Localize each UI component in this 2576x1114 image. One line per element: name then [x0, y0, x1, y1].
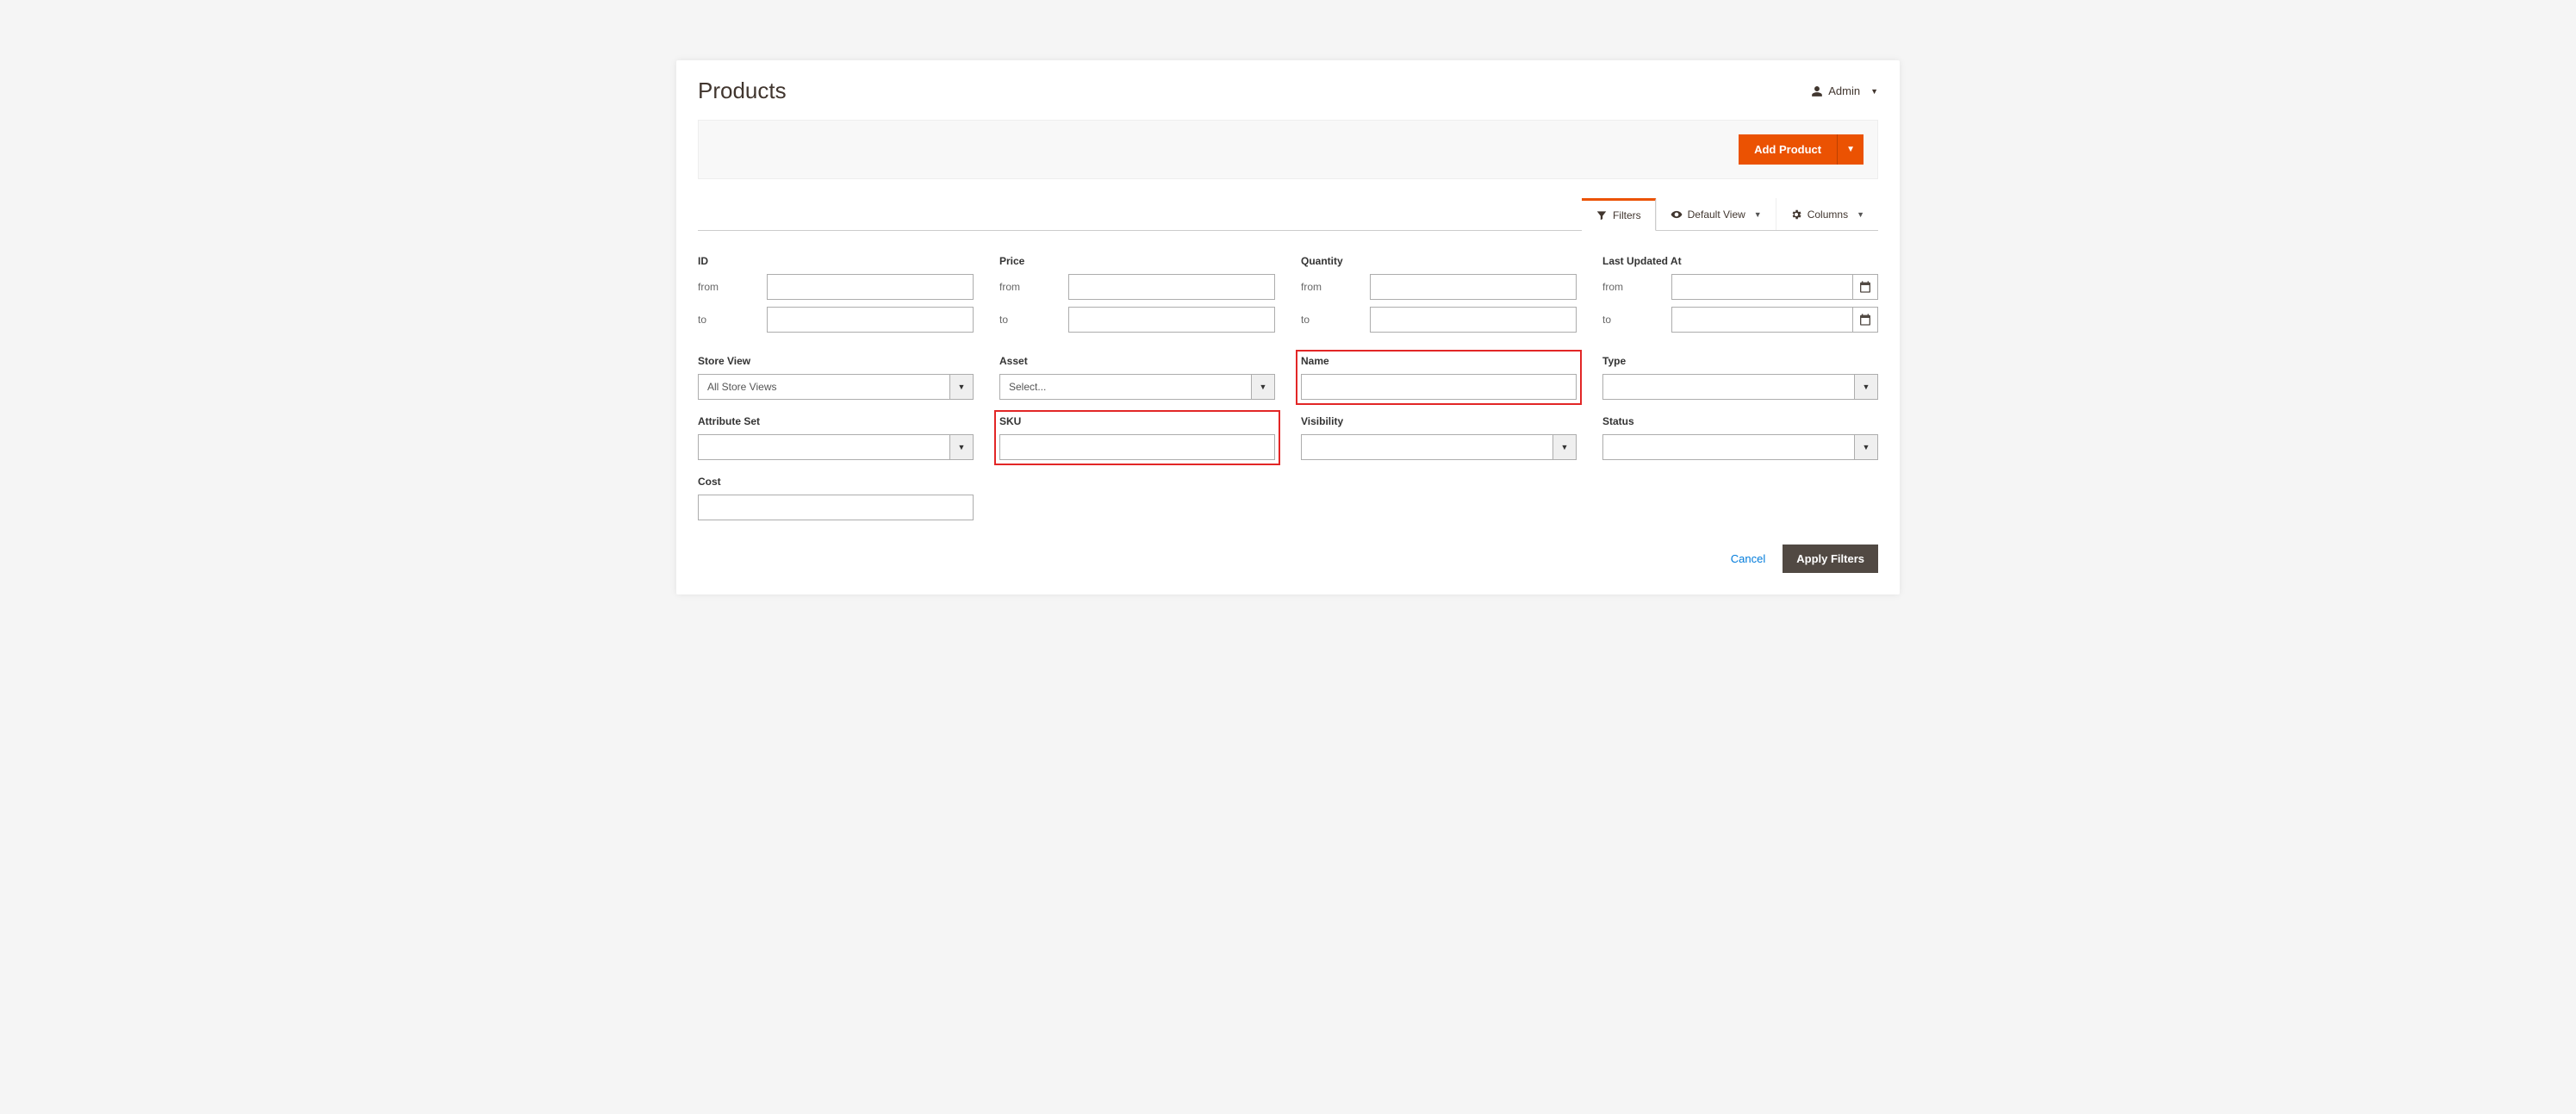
- calendar-icon: [1858, 313, 1872, 327]
- admin-user-label: Admin: [1828, 84, 1860, 97]
- chevron-down-icon: ▼: [1854, 374, 1878, 400]
- filter-store-view: Store View All Store Views ▼: [698, 355, 974, 400]
- attribute-set-selected: [698, 434, 949, 460]
- datepicker-from-button[interactable]: [1852, 274, 1878, 300]
- datepicker-to-button[interactable]: [1852, 307, 1878, 333]
- user-icon: [1811, 85, 1823, 97]
- filter-sku-title: SKU: [999, 415, 1275, 427]
- filter-quantity-from-label: from: [1301, 281, 1370, 293]
- filter-quantity-from-input[interactable]: [1370, 274, 1577, 300]
- asset-select[interactable]: Select... ▼: [999, 374, 1275, 400]
- type-select[interactable]: ▼: [1602, 374, 1878, 400]
- filter-name-title: Name: [1301, 355, 1577, 367]
- filter-attribute-set: Attribute Set ▼: [698, 415, 974, 460]
- filter-cost-input[interactable]: [698, 495, 974, 520]
- filter-name: Name: [1301, 355, 1577, 400]
- filter-status-title: Status: [1602, 415, 1878, 427]
- chevron-down-icon: ▼: [1251, 374, 1275, 400]
- add-product-split-button: Add Product ▼: [1739, 134, 1864, 165]
- caret-down-icon: ▼: [1754, 210, 1762, 219]
- calendar-icon: [1858, 280, 1872, 294]
- asset-selected: Select...: [999, 374, 1251, 400]
- store-view-selected: All Store Views: [698, 374, 949, 400]
- chevron-down-icon: ▼: [1552, 434, 1577, 460]
- filters-panel: ID from to Price from to Quantity: [698, 231, 1878, 529]
- admin-user-menu[interactable]: Admin ▼: [1811, 84, 1878, 97]
- chevron-down-icon: ▼: [1854, 434, 1878, 460]
- filter-id-from-label: from: [698, 281, 767, 293]
- filter-id-from-input[interactable]: [767, 274, 974, 300]
- filter-asset: Asset Select... ▼: [999, 355, 1275, 400]
- page-title: Products: [698, 78, 787, 104]
- page-card: Products Admin ▼ Add Product ▼ Filters D…: [676, 60, 1900, 594]
- filter-attribute-set-title: Attribute Set: [698, 415, 974, 427]
- filter-sku-input[interactable]: [999, 434, 1275, 460]
- default-view-tab[interactable]: Default View ▼: [1656, 198, 1776, 230]
- filter-cost-title: Cost: [698, 476, 974, 488]
- filters-tab[interactable]: Filters: [1582, 198, 1656, 231]
- filter-id-to-label: to: [698, 314, 767, 326]
- filter-last-updated: Last Updated At from to: [1602, 255, 1878, 339]
- filter-id-to-input[interactable]: [767, 307, 974, 333]
- filter-sku: SKU: [999, 415, 1275, 460]
- filter-cost: Cost: [698, 476, 974, 520]
- filter-price-from-input[interactable]: [1068, 274, 1275, 300]
- apply-filters-button[interactable]: Apply Filters: [1783, 545, 1878, 573]
- filter-id-title: ID: [698, 255, 974, 267]
- filter-last-updated-to-input[interactable]: [1671, 307, 1852, 333]
- filter-price-from-label: from: [999, 281, 1068, 293]
- action-toolbar: Add Product ▼: [698, 120, 1878, 179]
- filter-name-input[interactable]: [1301, 374, 1577, 400]
- filter-quantity-to-label: to: [1301, 314, 1370, 326]
- filter-type: Type ▼: [1602, 355, 1878, 400]
- filter-last-updated-to-label: to: [1602, 314, 1671, 326]
- visibility-select[interactable]: ▼: [1301, 434, 1577, 460]
- type-selected: [1602, 374, 1854, 400]
- funnel-icon: [1596, 209, 1608, 221]
- filter-quantity: Quantity from to: [1301, 255, 1577, 339]
- chevron-down-icon: ▼: [949, 374, 974, 400]
- filter-visibility: Visibility ▼: [1301, 415, 1577, 460]
- filter-last-updated-from-input[interactable]: [1671, 274, 1852, 300]
- caret-down-icon: ▼: [1870, 87, 1878, 96]
- filter-price: Price from to: [999, 255, 1275, 339]
- filter-quantity-title: Quantity: [1301, 255, 1577, 267]
- filter-type-title: Type: [1602, 355, 1878, 367]
- columns-tab[interactable]: Columns ▼: [1776, 198, 1878, 230]
- filter-quantity-to-input[interactable]: [1370, 307, 1577, 333]
- caret-down-icon: ▼: [1857, 210, 1864, 219]
- status-selected: [1602, 434, 1854, 460]
- default-view-label: Default View: [1688, 208, 1745, 221]
- filters-tab-label: Filters: [1613, 209, 1641, 221]
- page-header: Products Admin ▼: [698, 78, 1878, 120]
- add-product-toggle[interactable]: ▼: [1837, 134, 1864, 165]
- cancel-link[interactable]: Cancel: [1731, 552, 1765, 565]
- filter-price-to-input[interactable]: [1068, 307, 1275, 333]
- filter-price-title: Price: [999, 255, 1275, 267]
- filter-id: ID from to: [698, 255, 974, 339]
- chevron-down-icon: ▼: [949, 434, 974, 460]
- status-select[interactable]: ▼: [1602, 434, 1878, 460]
- filter-status: Status ▼: [1602, 415, 1878, 460]
- store-view-select[interactable]: All Store Views ▼: [698, 374, 974, 400]
- filter-last-updated-title: Last Updated At: [1602, 255, 1878, 267]
- gear-icon: [1790, 208, 1802, 221]
- columns-tab-label: Columns: [1808, 208, 1848, 221]
- attribute-set-select[interactable]: ▼: [698, 434, 974, 460]
- filter-last-updated-from-label: from: [1602, 281, 1671, 293]
- filter-price-to-label: to: [999, 314, 1068, 326]
- add-product-button[interactable]: Add Product: [1739, 134, 1837, 165]
- grid-controls: Filters Default View ▼ Columns ▼: [698, 198, 1878, 231]
- filter-store-view-title: Store View: [698, 355, 974, 367]
- filters-footer: Cancel Apply Filters: [698, 529, 1878, 573]
- filter-visibility-title: Visibility: [1301, 415, 1577, 427]
- visibility-selected: [1301, 434, 1552, 460]
- eye-icon: [1671, 208, 1683, 221]
- filter-asset-title: Asset: [999, 355, 1275, 367]
